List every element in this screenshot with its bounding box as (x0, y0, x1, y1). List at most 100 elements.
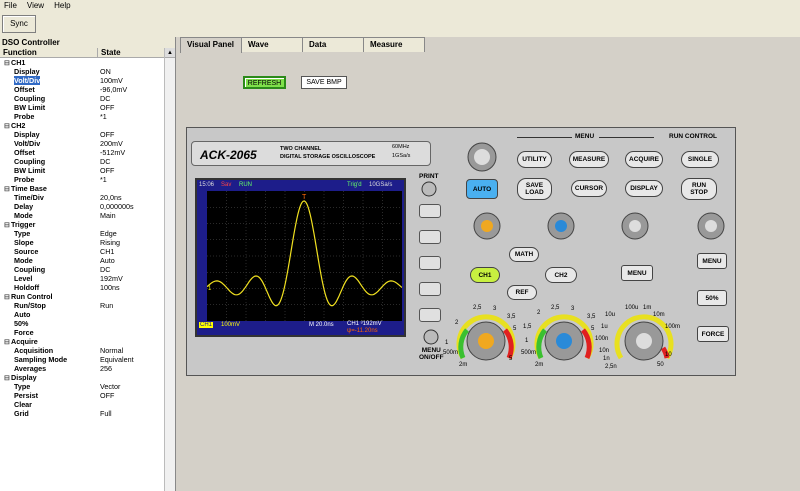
tree-row[interactable]: Source CH1 (0, 247, 165, 256)
sync-button[interactable]: Sync (2, 15, 36, 33)
menu-help[interactable]: Help (54, 0, 70, 13)
tree-row[interactable]: Delay 0,000000s (0, 202, 165, 211)
collapse-icon[interactable]: ⊟ (4, 185, 11, 193)
tree-row[interactable]: Offset -96,0mV (0, 85, 165, 94)
tree-row[interactable]: Averages 256 (0, 364, 165, 373)
tree-row[interactable]: Volt/Div 100mV (0, 76, 165, 85)
row-label: Clear (14, 400, 32, 409)
trigger-menu-button[interactable]: MENU (621, 265, 653, 281)
collapse-icon[interactable]: ⊟ (4, 293, 11, 301)
force-button[interactable]: FORCE (697, 326, 729, 342)
tree-row[interactable]: BW Limit OFF (0, 166, 165, 175)
softkey-5[interactable] (419, 308, 441, 322)
dial2-label-c: 3 (571, 306, 575, 312)
tree-row[interactable]: Run/Stop Run (0, 301, 165, 310)
softkey-3[interactable] (419, 256, 441, 270)
ref-button[interactable]: REF (507, 285, 537, 300)
tree-row[interactable]: Coupling DC (0, 94, 165, 103)
tree-row[interactable]: Clear (0, 400, 165, 409)
timebase-dial[interactable] (613, 308, 675, 370)
tree-row[interactable]: Type Vector (0, 382, 165, 391)
tree-group[interactable]: ⊟CH2 (0, 121, 165, 130)
tab-wave[interactable]: Wave (241, 37, 303, 52)
ch2-position-knob[interactable] (547, 212, 575, 240)
softkey-4[interactable] (419, 282, 441, 296)
tree-row[interactable]: Mode Main (0, 211, 165, 220)
row-function: Acquisition (0, 346, 100, 355)
softkey-2[interactable] (419, 230, 441, 244)
menu-onoff-button[interactable] (423, 329, 439, 345)
menu-view[interactable]: View (27, 0, 44, 13)
adjust-knob[interactable] (467, 142, 497, 172)
math-button[interactable]: MATH (509, 247, 539, 262)
tree-row[interactable]: 50% (0, 319, 165, 328)
tree-row[interactable]: Slope Rising (0, 238, 165, 247)
row-label: Averages (14, 364, 47, 373)
tree-row[interactable]: Level 192mV (0, 274, 165, 283)
tree-group[interactable]: ⊟Display (0, 373, 165, 382)
display-button[interactable]: DISPLAY (625, 180, 663, 197)
single-button[interactable]: SINGLE (681, 151, 719, 168)
softkey-1[interactable] (419, 204, 441, 218)
tree-row[interactable]: Time/Div 20,0ns (0, 193, 165, 202)
collapse-icon[interactable]: ⊟ (4, 338, 11, 346)
collapse-icon[interactable]: ⊟ (4, 59, 11, 67)
tree-row[interactable]: Display ON (0, 67, 165, 76)
auto-button[interactable]: AUTO (466, 179, 498, 199)
tree-row[interactable]: Type Edge (0, 229, 165, 238)
collapse-icon[interactable]: ⊟ (4, 221, 11, 229)
row-label: Force (14, 328, 34, 337)
tree-row[interactable]: Volt/Div 200mV (0, 139, 165, 148)
row-function: ⊟CH2 (0, 121, 100, 130)
tree-row[interactable]: Probe *1 (0, 175, 165, 184)
ch2-volts-div-dial[interactable] (533, 308, 595, 370)
screen-trig-state: Trig'd (347, 182, 362, 188)
trigger-level-knob[interactable] (697, 212, 725, 240)
tree-scrollbar[interactable]: ▲ (164, 48, 175, 491)
tree-row[interactable]: Holdoff 100ns (0, 283, 165, 292)
tab-data[interactable]: Data (302, 37, 364, 52)
acquire-button[interactable]: ACQUIRE (625, 151, 663, 168)
tree-row[interactable]: Auto (0, 310, 165, 319)
tree-group[interactable]: ⊟CH1 (0, 58, 165, 67)
tree-row[interactable]: Coupling DC (0, 157, 165, 166)
utility-button[interactable]: UTILITY (517, 151, 552, 168)
fifty-percent-button[interactable]: 50% (697, 290, 727, 306)
tab-measure[interactable]: Measure (363, 37, 425, 52)
column-state[interactable]: State (98, 48, 165, 57)
measure-button[interactable]: MEASURE (569, 151, 609, 168)
column-function[interactable]: Function (0, 48, 98, 57)
tree-row[interactable]: Mode Auto (0, 256, 165, 265)
save-load-button[interactable]: SAVE LOAD (517, 178, 552, 200)
tree-row[interactable]: Coupling DC (0, 265, 165, 274)
tree-row[interactable]: Offset -512mV (0, 148, 165, 157)
tree-row[interactable]: Display OFF (0, 130, 165, 139)
print-button[interactable] (421, 181, 437, 197)
refresh-button[interactable]: REFRESH (243, 76, 286, 89)
tree-row[interactable]: BW Limit OFF (0, 103, 165, 112)
tree-group[interactable]: ⊟Acquire (0, 337, 165, 346)
collapse-icon[interactable]: ⊟ (4, 374, 11, 382)
tree-row[interactable]: Persist OFF (0, 391, 165, 400)
tree-row[interactable]: Grid Full (0, 409, 165, 418)
ch2-button[interactable]: CH2 (545, 267, 577, 283)
horizontal-position-knob[interactable] (621, 212, 649, 240)
menu-file[interactable]: File (4, 0, 17, 13)
run-stop-button[interactable]: RUN STOP (681, 178, 717, 200)
cursor-button[interactable]: CURSOR (571, 180, 607, 197)
menu-button-right[interactable]: MENU (697, 253, 727, 269)
scroll-up-icon[interactable]: ▲ (165, 48, 175, 58)
tree-row[interactable]: Probe *1 (0, 112, 165, 121)
tab-visual-panel[interactable]: Visual Panel (180, 37, 242, 53)
tree-group[interactable]: ⊟Trigger (0, 220, 165, 229)
tree-row[interactable]: Force (0, 328, 165, 337)
tree-row[interactable]: Sampling Mode Equivalent (0, 355, 165, 364)
ch1-button[interactable]: CH1 (470, 267, 500, 283)
save-bmp-button[interactable]: SAVE BMP (301, 76, 347, 89)
tree-group[interactable]: ⊟Time Base (0, 184, 165, 193)
tree-group[interactable]: ⊟Run Control (0, 292, 165, 301)
row-function: Offset (0, 148, 100, 157)
tree-row[interactable]: Acquisition Normal (0, 346, 165, 355)
ch1-position-knob[interactable] (473, 212, 501, 240)
collapse-icon[interactable]: ⊟ (4, 122, 11, 130)
